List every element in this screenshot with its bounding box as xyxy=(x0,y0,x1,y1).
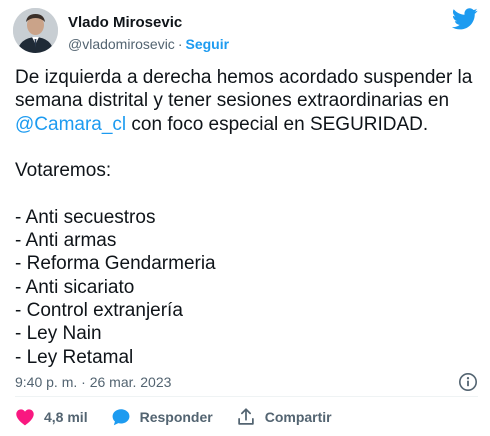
list-item: - Anti armas xyxy=(15,230,117,252)
avatar[interactable] xyxy=(13,8,58,53)
list-item: - Control extranjería xyxy=(15,299,183,321)
tweet-text-part-2: con foco especial en SEGURIDAD. xyxy=(126,113,429,135)
heart-icon xyxy=(16,409,34,426)
info-icon[interactable] xyxy=(458,372,478,392)
speech-bubble-icon xyxy=(112,409,130,426)
list-item: - Reforma Gendarmeria xyxy=(15,253,216,275)
list-item: - Ley Nain xyxy=(15,323,102,345)
reply-button[interactable]: Responder xyxy=(110,406,213,428)
author-display-name[interactable]: Vlado Mirosevic xyxy=(68,13,229,32)
timestamp-link[interactable]: 9:40 p. m. · 26 mar. 2023 xyxy=(15,374,171,390)
tweet-body: De izquierda a derecha hemos acordado su… xyxy=(15,66,480,369)
separator-dot: · xyxy=(177,36,183,52)
tweet-intro: Votaremos: xyxy=(15,160,112,182)
user-info: Vlado Mirosevic @vladomirosevic · Seguir xyxy=(68,13,229,54)
list-item: - Anti secuestros xyxy=(15,206,156,228)
mention-link[interactable]: @Camara_cl xyxy=(15,114,126,135)
like-count: 4,8 mil xyxy=(44,409,88,425)
action-bar: 4,8 mil Responder Compartir xyxy=(14,404,354,430)
divider xyxy=(15,396,478,397)
share-button[interactable]: Compartir xyxy=(235,406,332,428)
list-item: - Anti sicariato xyxy=(15,276,135,298)
twitter-bird-icon[interactable] xyxy=(452,8,478,30)
list-item: - Ley Retamal xyxy=(15,346,134,368)
handle-line: @vladomirosevic · Seguir xyxy=(68,35,229,54)
tweet-header: Vlado Mirosevic @vladomirosevic · Seguir xyxy=(13,8,478,56)
follow-button[interactable]: Seguir xyxy=(185,36,229,52)
reply-label: Responder xyxy=(139,409,213,425)
author-handle[interactable]: @vladomirosevic xyxy=(68,36,175,52)
like-button[interactable]: 4,8 mil xyxy=(14,406,88,428)
share-label: Compartir xyxy=(264,409,332,425)
tweet-meta: 9:40 p. m. · 26 mar. 2023 xyxy=(15,372,478,392)
tweet-text-part-1: De izquierda a derecha hemos acordado su… xyxy=(15,67,478,112)
share-upload-icon xyxy=(237,408,254,425)
tweet-card: Vlado Mirosevic @vladomirosevic · Seguir D… xyxy=(0,0,490,436)
